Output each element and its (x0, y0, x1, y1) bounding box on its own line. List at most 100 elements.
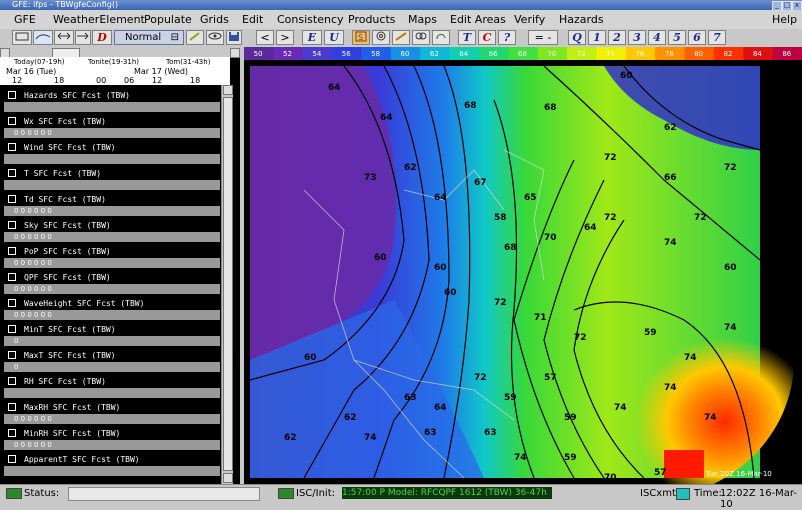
grid-row-checkbox[interactable] (8, 429, 16, 437)
grid-row-header[interactable]: MaxRH SFC Fcst (TBW) (4, 402, 220, 413)
help-button-q[interactable]: ? (498, 30, 516, 45)
grid-timeline-bar[interactable] (4, 388, 220, 398)
grid-row-checkbox[interactable] (8, 195, 16, 203)
shift-tool-button[interactable] (75, 30, 91, 45)
grid-row[interactable]: WaveHeight SFC Fcst (TBW) 0 0 0 0 0 0 (4, 298, 220, 324)
target-tool-button[interactable] (372, 30, 390, 45)
edit-mode-select[interactable]: Normal ⊟ (114, 30, 184, 45)
edit-button-e[interactable]: E (302, 30, 322, 45)
delete-grid-button[interactable]: D (92, 30, 112, 45)
grid-row-header[interactable]: QPF SFC Fcst (TBW) (4, 272, 220, 283)
grid-row-header[interactable]: ApparentT SFC Fcst (TBW) (4, 454, 220, 465)
grid-timeline-bar[interactable] (4, 154, 220, 164)
menu-maps[interactable]: Maps (408, 13, 437, 26)
pane-button-2[interactable]: 2 (608, 30, 626, 45)
grid-row-checkbox[interactable] (8, 299, 16, 307)
grid-row-header[interactable]: T SFC Fcst (TBW) (4, 168, 220, 179)
menu-consistency[interactable]: Consistency (277, 13, 344, 26)
pane-button-5[interactable]: 5 (668, 30, 686, 45)
config-button-c[interactable]: C (478, 30, 496, 45)
pane-button-4[interactable]: 4 (648, 30, 666, 45)
grid-row-checkbox[interactable] (8, 325, 16, 333)
grid-row-header[interactable]: RH SFC Fcst (TBW) (4, 376, 220, 387)
grid-timeline-bar[interactable] (4, 336, 220, 346)
grid-row-checkbox[interactable] (8, 247, 16, 255)
grid-row[interactable]: Hazards SFC Fcst (TBW) (4, 90, 220, 116)
grid-row[interactable]: Wx SFC Fcst (TBW) 0 0 0 0 0 0 (4, 116, 220, 142)
menu-edit-areas[interactable]: Edit Areas (450, 13, 506, 26)
scroll-right-icon[interactable] (230, 48, 240, 58)
grid-row-checkbox[interactable] (8, 117, 16, 125)
grid-row-checkbox[interactable] (8, 169, 16, 177)
grid-row-checkbox[interactable] (8, 273, 16, 281)
text-button-t[interactable]: T (458, 30, 476, 45)
menu-products[interactable]: Products (348, 13, 396, 26)
grid-row[interactable]: T SFC Fcst (TBW) (4, 168, 220, 194)
pane-button-6[interactable]: 6 (688, 30, 706, 45)
scroll-thumb[interactable] (223, 97, 233, 471)
grid-row[interactable]: PoP SFC Fcst (TBW) 0 0 0 0 0 0 (4, 246, 220, 272)
contour-tool-button[interactable] (33, 30, 53, 45)
horizontal-scrollbar[interactable] (0, 47, 240, 58)
grid-row-checkbox[interactable] (8, 455, 16, 463)
rotate-tool-button[interactable] (432, 30, 450, 45)
grid-row[interactable]: MinRH SFC Fcst (TBW) 0 0 0 0 0 0 (4, 428, 220, 454)
menu-help[interactable]: Help (772, 13, 797, 26)
grid-row[interactable]: RH SFC Fcst (TBW) (4, 376, 220, 402)
iscxmt-indicator-icon[interactable] (676, 488, 690, 500)
grid-timeline-bar[interactable] (4, 102, 220, 112)
undo-button-u[interactable]: U (324, 30, 344, 45)
query-button-q[interactable]: Q (568, 30, 586, 45)
grid-row-checkbox[interactable] (8, 377, 16, 385)
grid-row-header[interactable]: PoP SFC Fcst (TBW) (4, 246, 220, 257)
menu-populate[interactable]: Populate (144, 13, 192, 26)
vertical-scrollbar[interactable] (221, 85, 233, 484)
grid-row-header[interactable]: MaxT SFC Fcst (TBW) (4, 350, 220, 361)
menu-hazards[interactable]: Hazards (559, 13, 604, 26)
menu-grids[interactable]: Grids (200, 13, 229, 26)
select-tool-button[interactable] (12, 30, 32, 45)
grid-row-checkbox[interactable] (8, 221, 16, 229)
pane-button-7[interactable]: 7 (708, 30, 726, 45)
draw-tool-button[interactable] (392, 30, 410, 45)
scroll-down-icon[interactable] (223, 473, 233, 483)
grid-row[interactable]: Td SFC Fcst (TBW) 0 0 0 0 0 0 (4, 194, 220, 220)
grid-row[interactable]: MaxRH SFC Fcst (TBW) 0 0 0 0 0 0 (4, 402, 220, 428)
grid-row[interactable]: MinT SFC Fcst (TBW) 0 (4, 324, 220, 350)
save-button[interactable] (226, 30, 242, 45)
grid-row-header[interactable]: Td SFC Fcst (TBW) (4, 194, 220, 205)
grid-row[interactable]: QPF SFC Fcst (TBW) 0 0 0 0 0 0 (4, 272, 220, 298)
pencil-tool-button[interactable] (186, 30, 204, 45)
grid-row-header[interactable]: Wind SFC Fcst (TBW) (4, 142, 220, 153)
grid-row-header[interactable]: WaveHeight SFC Fcst (TBW) (4, 298, 220, 309)
grid-row-checkbox[interactable] (8, 91, 16, 99)
grid-row-header[interactable]: Hazards SFC Fcst (TBW) (4, 90, 220, 101)
grid-row[interactable]: Sky SFC Fcst (TBW) 0 0 0 0 0 0 (4, 220, 220, 246)
grid-row-header[interactable]: Sky SFC Fcst (TBW) (4, 220, 220, 231)
step-back-button[interactable]: < (256, 30, 274, 45)
grid-row-header[interactable]: MinT SFC Fcst (TBW) (4, 324, 220, 335)
map-display[interactable]: 60 64 64 68 68 72 62 66 72 73 62 64 67 58 65 64 60 60 68 70… (244, 60, 802, 484)
grid-row-checkbox[interactable] (8, 143, 16, 151)
grid-timeline-bar[interactable] (4, 180, 220, 190)
scroll-up-icon[interactable] (223, 85, 233, 95)
step-forward-button[interactable]: > (276, 30, 294, 45)
menu-verify[interactable]: Verify (514, 13, 545, 26)
grid-row-header[interactable]: Wx SFC Fcst (TBW) (4, 116, 220, 127)
loop-tool-button[interactable] (412, 30, 430, 45)
menu-weatherelement[interactable]: WeatherElement (53, 13, 145, 26)
sample-tool-button[interactable]: S (352, 30, 370, 45)
grid-row-checkbox[interactable] (8, 403, 16, 411)
menu-edit[interactable]: Edit (242, 13, 263, 26)
grid-row[interactable]: ApparentT SFC Fcst (TBW) (4, 454, 220, 480)
grid-timeline-bar[interactable] (4, 466, 220, 476)
pane-button-1[interactable]: 1 (588, 30, 606, 45)
grid-row-header[interactable]: MinRH SFC Fcst (TBW) (4, 428, 220, 439)
move-tool-button[interactable] (54, 30, 74, 45)
eye-tool-button[interactable] (206, 30, 224, 45)
equals-minus-button[interactable]: = - (528, 30, 558, 45)
grid-row[interactable]: MaxT SFC Fcst (TBW) 0 (4, 350, 220, 376)
color-scale-bar[interactable]: 50 52 54 56 58 60 62 64 66 68 70 72 74 76 78 80 82 84 86 (244, 47, 802, 60)
grid-row-checkbox[interactable] (8, 351, 16, 359)
pane-button-3[interactable]: 3 (628, 30, 646, 45)
